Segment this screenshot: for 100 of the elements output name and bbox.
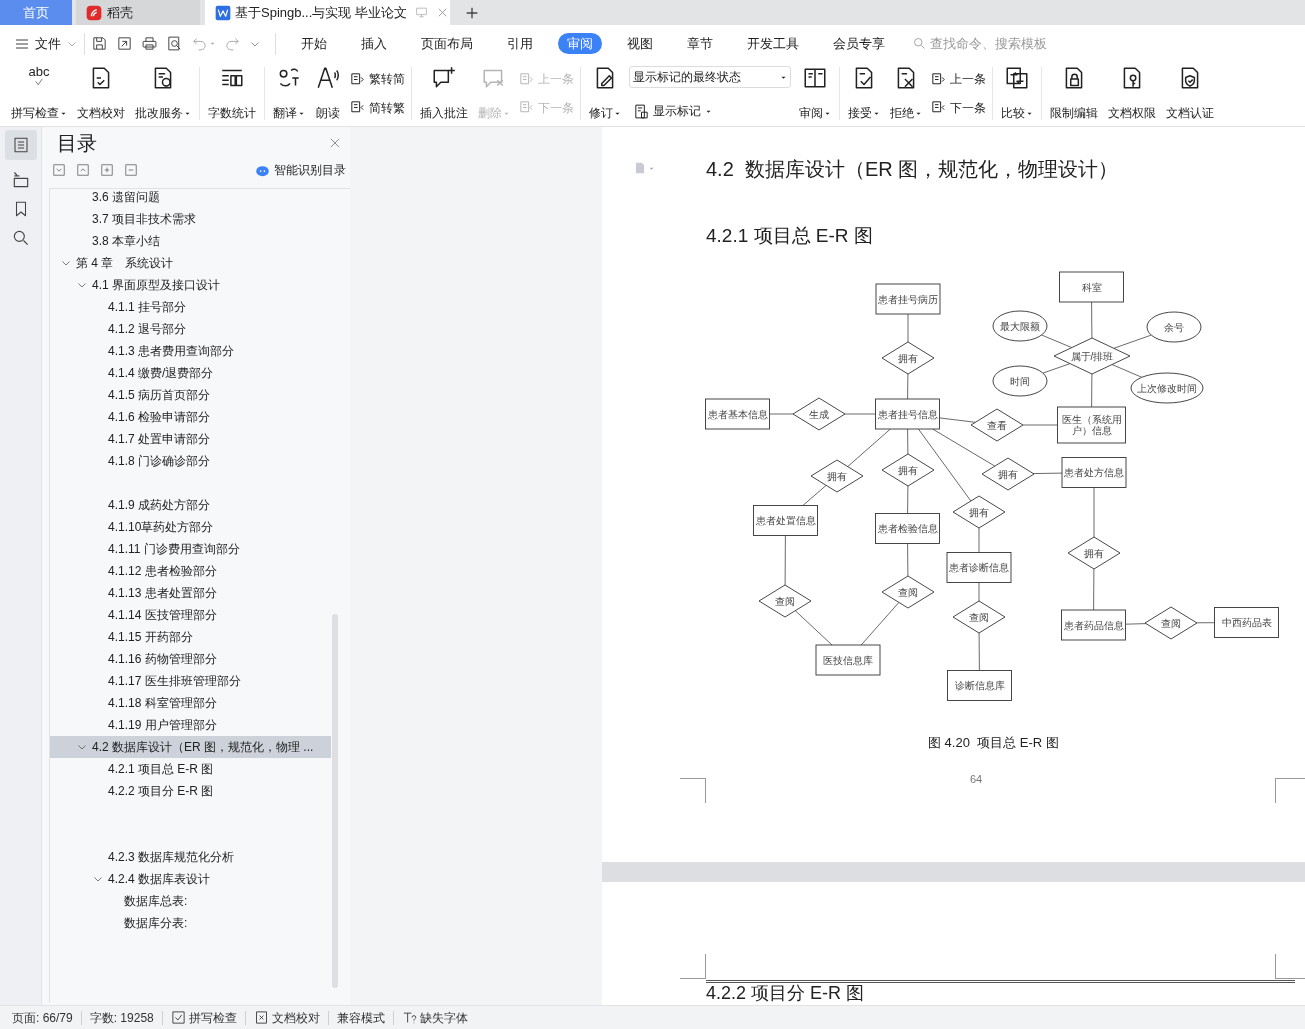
ribbon-button[interactable]: 朗读 <box>313 65 343 122</box>
ribbon-button[interactable]: abc 拼写检查 <box>9 65 69 122</box>
toc-item[interactable]: 4.1.8 门诊确诊部分 <box>50 450 350 472</box>
entity-box: 患者诊断信息 <box>946 552 1012 583</box>
toc-item[interactable]: 3.7 项目非技术需求 <box>50 208 350 230</box>
status-button[interactable]: 拼写检查 <box>162 1008 245 1027</box>
ribbon-button[interactable]: 字数统计 <box>206 65 258 122</box>
entity-box: 患者检验信息 <box>875 513 940 544</box>
tab[interactable]: 稻壳 <box>76 0 200 25</box>
connector-line <box>978 527 980 553</box>
toc-item[interactable]: 4.1.4 缴费/退费部分 <box>50 362 350 384</box>
toc-item[interactable]: 4.2.1 项目总 E-R 图 <box>50 758 350 780</box>
toc-item[interactable]: 4.2.3 数据库规范化分析 <box>50 846 350 868</box>
checkbox-icon <box>170 1010 186 1025</box>
monitor-icon <box>414 6 428 19</box>
connector-line <box>1113 334 1152 349</box>
ribbon-button[interactable]: 接受 <box>846 65 882 122</box>
expand-all-icon[interactable] <box>52 163 66 177</box>
attribute-ellipse: 时间 <box>992 365 1048 397</box>
ribbon-button[interactable]: 繁转简 <box>349 70 405 89</box>
print-icon[interactable] <box>141 35 158 52</box>
toc-item[interactable]: 数据库总表: <box>50 890 350 912</box>
toc-item[interactable]: 4.1 界面原型及接口设计 <box>50 274 350 296</box>
ribbon-button[interactable]: 下一条 <box>930 98 986 117</box>
ribbon-button[interactable]: 文档校对 <box>75 65 127 122</box>
save-icon[interactable] <box>91 35 108 52</box>
toc-item[interactable]: 4.2.4 数据库表设计 <box>50 868 350 890</box>
show-markup-button[interactable]: 显示标记 <box>629 102 791 121</box>
connector-line <box>1041 334 1073 348</box>
toc-item[interactable]: 4.2 数据库设计（ER 图，规范化，物理 ... <box>50 736 331 758</box>
status-button[interactable]: 文档校对 <box>245 1008 328 1027</box>
toc-item[interactable]: 3.6 遗留问题 <box>50 189 350 208</box>
markup-dropdown[interactable]: 显示标记的最终状态 <box>629 66 791 88</box>
ribbon-tab[interactable]: 视图 <box>618 32 662 55</box>
ribbon-tab[interactable]: 审阅 <box>558 32 602 55</box>
crop-mark <box>680 778 706 803</box>
toc-item[interactable]: 4.1.10草药处方部分 <box>50 516 350 538</box>
export-icon[interactable] <box>116 35 133 52</box>
toc-item[interactable]: 4.1.7 处置申请部分 <box>50 428 350 450</box>
ribbon-button[interactable]: 文档权限 <box>1106 65 1158 122</box>
ribbon-button[interactable]: 批改服务 <box>133 65 193 122</box>
relationship-diamond: 拥有 <box>810 459 864 493</box>
crop-mark <box>1275 778 1305 803</box>
minus-icon[interactable] <box>124 163 138 177</box>
toc-item[interactable]: 4.1.9 成药处方部分 <box>50 494 350 516</box>
toc-item[interactable]: 4.1.18 科室管理部分 <box>50 692 350 714</box>
file-menu[interactable]: 文件 <box>14 33 78 54</box>
undo-icon[interactable] <box>191 35 208 52</box>
toc-item[interactable]: 4.1.1 挂号部分 <box>50 296 350 318</box>
ribbon-button[interactable]: 插入批注 <box>418 65 470 122</box>
preview-icon[interactable] <box>166 35 183 52</box>
entity-box: 科室 <box>1059 271 1124 303</box>
toc-item[interactable]: 4.1.13 患者处置部分 <box>50 582 350 604</box>
toc-nav-button[interactable] <box>4 130 37 160</box>
smart-toc-button[interactable]: 智能识别目录 <box>255 161 346 179</box>
toc-item[interactable]: 数据库分表: <box>50 912 350 934</box>
ribbon-button[interactable]: 简转繁 <box>349 98 405 117</box>
plus-icon[interactable] <box>100 163 114 177</box>
redo-icon[interactable] <box>224 35 241 52</box>
connector-line <box>847 428 891 467</box>
ribbon-button[interactable]: 拒绝 <box>888 65 924 122</box>
toc-item[interactable]: 4.1.16 药物管理部分 <box>50 648 350 670</box>
status-button[interactable]: 缺失字体 <box>393 1008 476 1027</box>
ribbon-button[interactable]: 翻译 <box>271 65 307 122</box>
ribbon-button[interactable]: 比较 <box>999 65 1035 122</box>
ribbon-button[interactable]: 上一条 <box>930 70 986 89</box>
ribbon-tab[interactable]: 章节 <box>678 32 722 55</box>
ribbon-button[interactable]: 审阅 <box>797 65 833 122</box>
toc-item[interactable]: 4.2.2 项目分 E-R 图 <box>50 780 350 802</box>
ribbon-tab[interactable]: 会员专享 <box>824 32 894 55</box>
document-icon[interactable] <box>633 161 647 175</box>
toc-item[interactable]: 4.1.17 医生排班管理部分 <box>50 670 350 692</box>
toc-item[interactable]: 第 4 章 系统设计 <box>50 252 350 274</box>
toc-item[interactable]: 4.1.11 门诊费用查询部分 <box>50 538 350 560</box>
status-text: 字数: 19258 <box>88 1009 155 1027</box>
ribbon-tab[interactable]: 开发工具 <box>738 32 808 55</box>
toc-item[interactable]: 4.1.12 患者检验部分 <box>50 560 350 582</box>
toc-item[interactable]: 4.1.19 用户管理部分 <box>50 714 350 736</box>
document-x-icon <box>253 1010 269 1025</box>
entity-box: 中西药品表 <box>1214 607 1279 638</box>
ribbon-button[interactable]: 限制编辑 <box>1048 65 1100 122</box>
close-icon[interactable] <box>328 136 342 150</box>
collapse-all-icon[interactable] <box>76 163 90 177</box>
toc-item[interactable]: 4.1.2 退号部分 <box>50 318 350 340</box>
ribbon-tab[interactable]: 开始 <box>292 32 336 55</box>
ribbon-button[interactable]: 修订 <box>587 65 623 122</box>
ribbon-tab[interactable]: 引用 <box>498 32 542 55</box>
relationship-diamond: 查看 <box>970 408 1024 442</box>
search-field[interactable]: 查找命令、搜索模板 <box>912 33 1070 54</box>
tab[interactable]: 基于Spingb...与实现 毕业论文 <box>205 0 450 25</box>
toc-item[interactable]: 3.8 本章小结 <box>50 230 350 252</box>
ribbon-tab[interactable]: 插入 <box>352 32 396 55</box>
ribbon-tab[interactable]: 页面布局 <box>412 32 482 55</box>
toc-item[interactable]: 4.1.15 开药部分 <box>50 626 350 648</box>
toc-item[interactable]: 4.1.5 病历首页部分 <box>50 384 350 406</box>
toc-item[interactable]: 4.1.6 检验申请部分 <box>50 406 350 428</box>
ribbon-button[interactable]: 文档认证 <box>1164 65 1216 122</box>
toc-item[interactable]: 4.1.14 医技管理部分 <box>50 604 350 626</box>
entity-box: 医技信息库 <box>815 644 881 676</box>
toc-item[interactable]: 4.1.3 患者费用查询部分 <box>50 340 350 362</box>
